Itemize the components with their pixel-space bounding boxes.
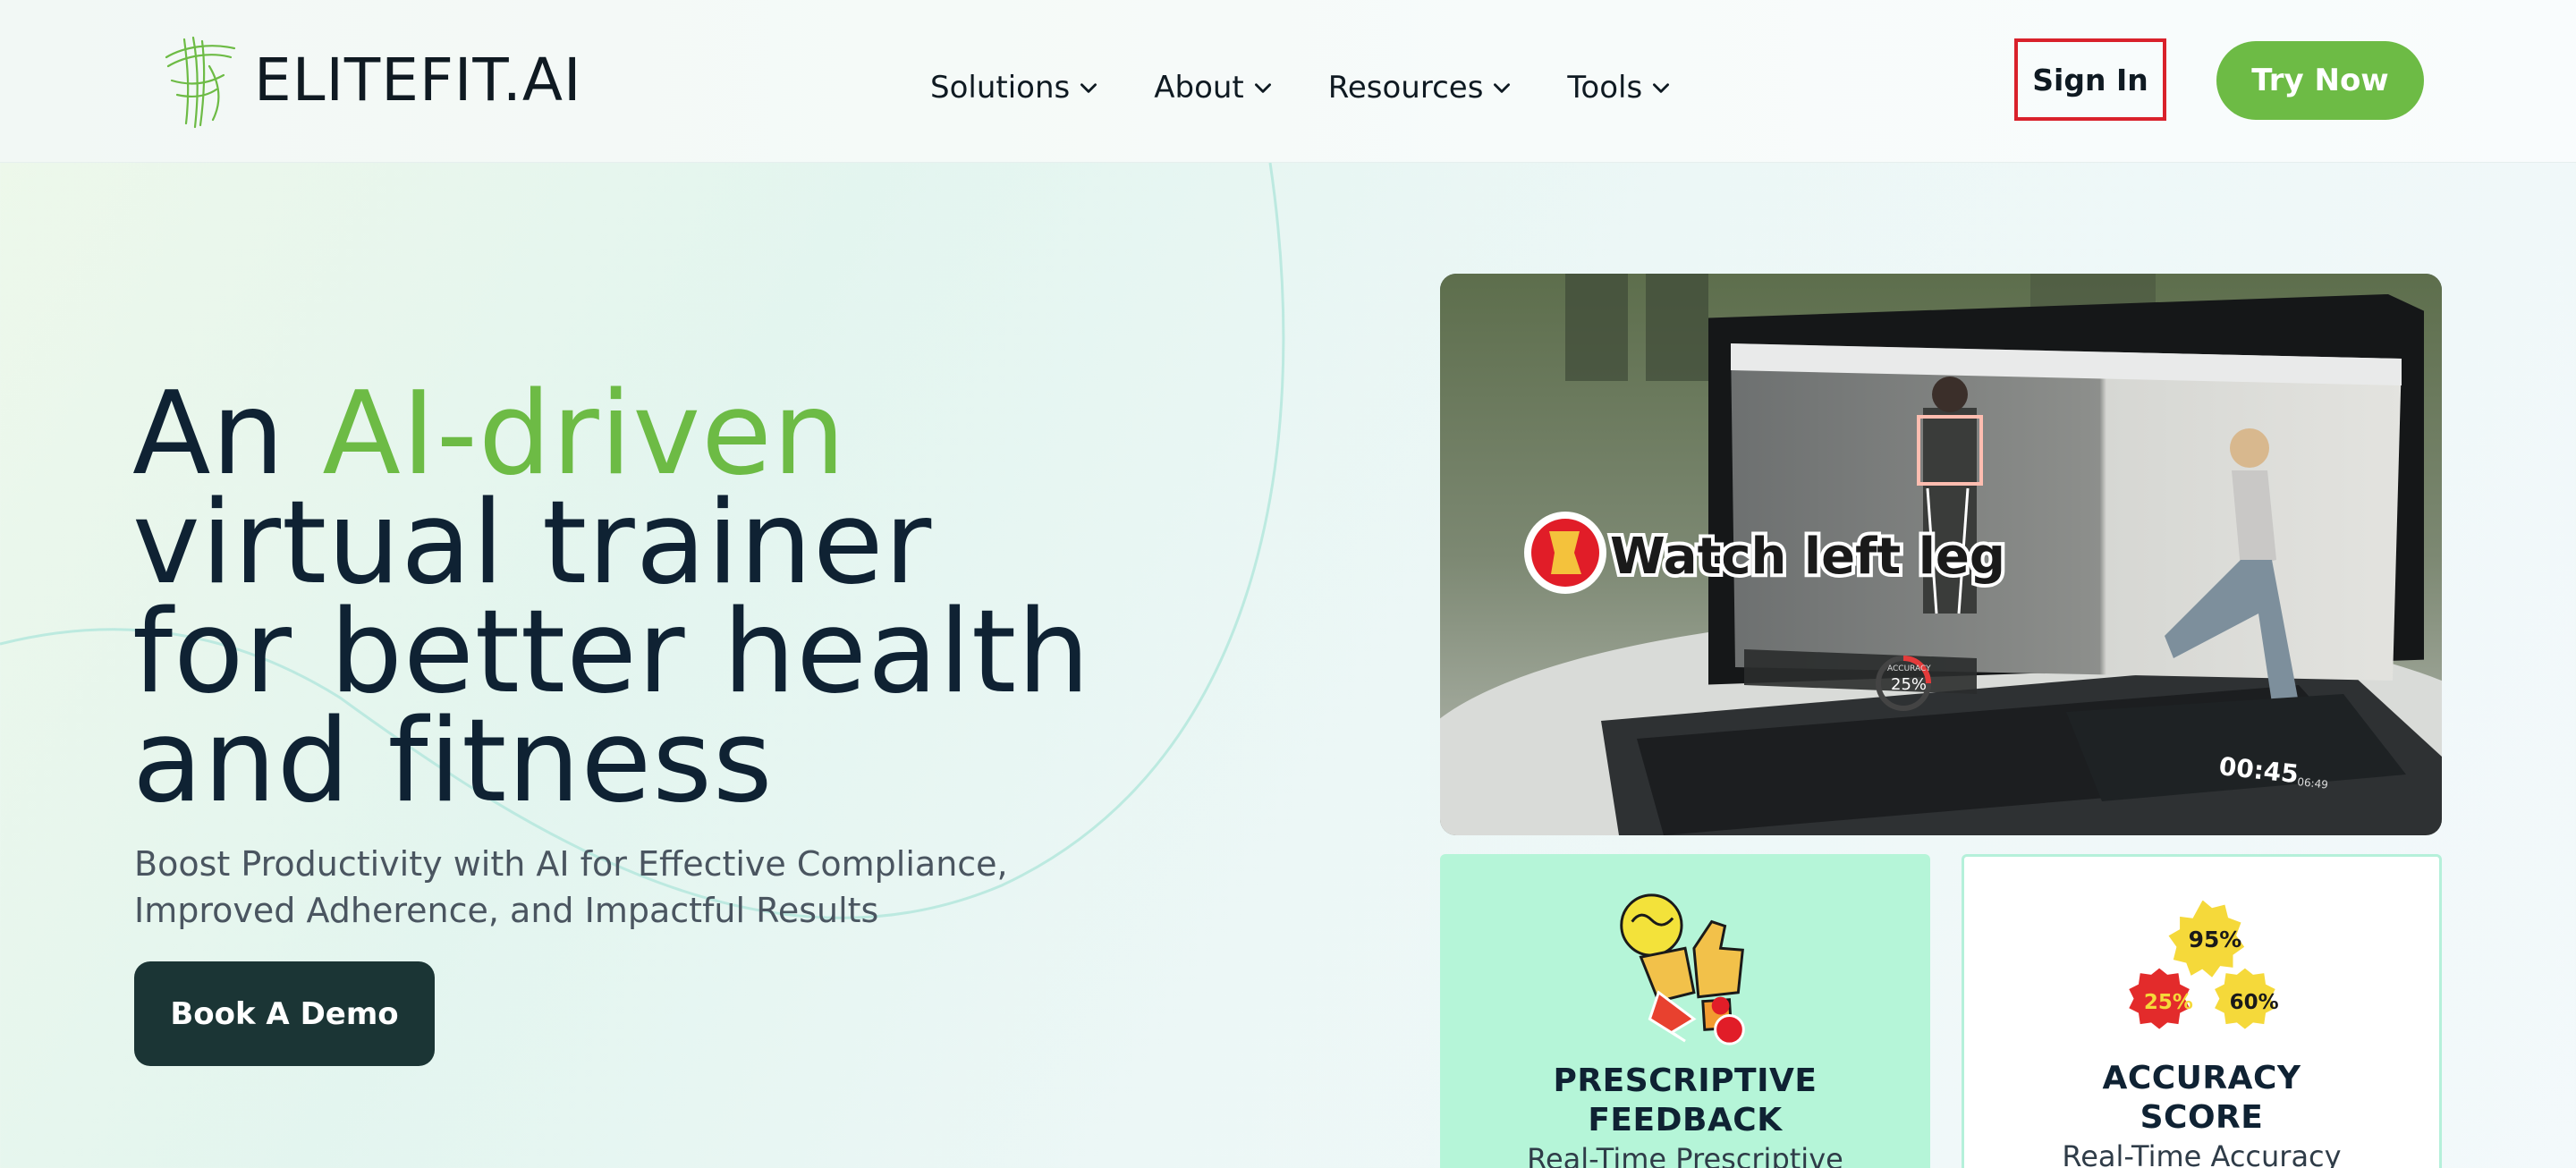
hero-video[interactable]: Watch left leg ACCURACY 25% 00:45 06:49 — [1440, 274, 2442, 835]
try-now-button[interactable]: Try Now — [2216, 41, 2424, 120]
nav-item-label: About — [1154, 70, 1244, 106]
hero-title: An AI-driven virtual trainer for better … — [132, 377, 1295, 819]
nav-item-label: Resources — [1327, 70, 1484, 106]
badge-value: 25% — [2143, 991, 2192, 1014]
hero-subtitle-line1: Boost Productivity with AI for Effective… — [134, 844, 1008, 884]
nav-item-tools[interactable]: Tools — [1567, 70, 1673, 106]
video-overlay-text: Watch left leg — [1610, 528, 2005, 586]
feature-description: Real-Time Prescriptive — [1527, 1142, 1843, 1168]
chevron-down-icon — [1254, 83, 1271, 93]
hero-title-line4: and fitness — [132, 695, 774, 828]
feature-title-line2: SCORE — [2140, 1099, 2264, 1136]
nav-item-label: Solutions — [930, 70, 1071, 106]
sign-in-button[interactable]: Sign In — [2014, 38, 2166, 121]
badge-value: 95% — [2188, 927, 2241, 952]
accuracy-label: ACCURACY — [1887, 664, 1931, 673]
nav-item-label: Tools — [1567, 70, 1643, 106]
thumbs-up-flex-icon — [1620, 893, 1745, 1045]
feature-title: PRESCRIPTIVE FEEDBACK — [1554, 1062, 1818, 1140]
logo-mark-icon — [165, 36, 236, 129]
feature-card-accuracy-score[interactable]: 95% 25% 60% ACCURACY SCORE Real-Time Acc… — [1962, 854, 2442, 1168]
accuracy-value: 25% — [1891, 675, 1927, 694]
feature-card-prescriptive-feedback[interactable]: PRESCRIPTIVE FEEDBACK Real-Time Prescrip… — [1440, 854, 1930, 1168]
site-header: ELITEFIT.AI Solutions About Resources To… — [0, 0, 2576, 163]
feature-title-line1: ACCURACY — [2102, 1060, 2301, 1096]
chevron-down-icon — [1653, 83, 1670, 93]
chevron-down-icon — [1494, 83, 1511, 93]
badge-value: 60% — [2229, 991, 2278, 1014]
feature-title-line1: PRESCRIPTIVE — [1553, 1062, 1818, 1099]
nav-item-solutions[interactable]: Solutions — [930, 70, 1100, 106]
chevron-down-icon — [1080, 83, 1097, 93]
feature-description: Real-Time Accuracy — [2062, 1139, 2342, 1168]
main-nav: Solutions About Resources Tools — [930, 70, 1726, 106]
video-thumbnail: Watch left leg ACCURACY 25% 00:45 06:49 — [1440, 274, 2442, 835]
brand-name: ELITEFIT.AI — [254, 46, 582, 114]
feature-title: ACCURACY SCORE — [2102, 1059, 2301, 1138]
book-demo-button[interactable]: Book A Demo — [134, 961, 435, 1066]
nav-item-resources[interactable]: Resources — [1328, 70, 1514, 106]
feature-title-line2: FEEDBACK — [1588, 1102, 1783, 1138]
accuracy-badges-icon: 95% 25% 60% — [2123, 894, 2280, 1034]
brand-logo[interactable]: ELITEFIT.AI — [157, 27, 581, 134]
hero-subtitle-line2: Improved Adherence, and Impactful Result… — [134, 891, 879, 930]
nav-item-about[interactable]: About — [1154, 70, 1275, 106]
hero-subtitle: Boost Productivity with AI for Effective… — [134, 841, 1118, 934]
